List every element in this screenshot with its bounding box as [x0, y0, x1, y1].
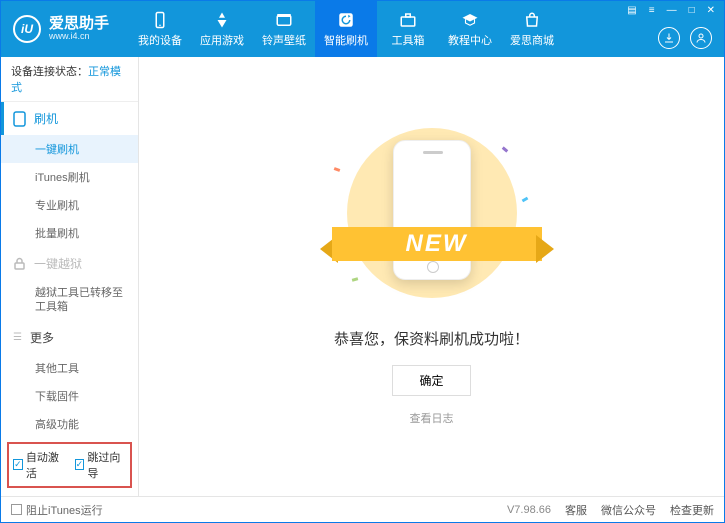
account-button[interactable] — [690, 27, 712, 49]
user-icon — [695, 32, 707, 44]
nav-label: 铃声壁纸 — [262, 32, 306, 48]
nav-my-devices[interactable]: 我的设备 — [129, 1, 191, 57]
phone-icon — [151, 11, 169, 29]
sidebar-item-advanced[interactable]: 高级功能 — [1, 410, 138, 438]
nav-smart-flash[interactable]: 智能刷机 — [315, 1, 377, 57]
checkbox-auto-activate[interactable]: ✓自动激活 — [13, 449, 65, 481]
check-update-link[interactable]: 检查更新 — [670, 502, 714, 518]
checkbox-label: 跳过向导 — [87, 449, 126, 481]
logo: iU 爱思助手 www.i4.cn — [1, 15, 121, 43]
sidebar-section-more[interactable]: ☰ 更多 — [1, 321, 138, 354]
sidebar-item-download-firmware[interactable]: 下载固件 — [1, 382, 138, 410]
apps-icon — [213, 11, 231, 29]
section-label: 更多 — [30, 329, 54, 346]
nav-toolbox[interactable]: 工具箱 — [377, 1, 439, 57]
sidebar-item-batch-flash[interactable]: 批量刷机 — [1, 219, 138, 247]
ok-button[interactable]: 确定 — [392, 365, 470, 396]
nav-label: 爱思商城 — [510, 32, 554, 48]
success-message: 恭喜您，保资料刷机成功啦！ — [334, 328, 529, 349]
nav-tutorials[interactable]: 教程中心 — [439, 1, 501, 57]
app-subtitle: www.i4.cn — [49, 32, 109, 42]
statusbar: 阻止iTunes运行 V7.98.66 客服 微信公众号 检查更新 — [1, 496, 724, 522]
download-icon — [663, 32, 675, 44]
toolbox-icon — [399, 11, 417, 29]
wallet-icon — [275, 11, 293, 29]
checkbox-label: 阻止iTunes运行 — [26, 502, 103, 518]
nav-label: 应用游戏 — [200, 32, 244, 48]
section-label: 刷机 — [34, 110, 58, 127]
wechat-link[interactable]: 微信公众号 — [601, 502, 656, 518]
logo-icon: iU — [13, 15, 41, 43]
checkbox-skip-guide[interactable]: ✓跳过向导 — [75, 449, 127, 481]
section-label: 一键越狱 — [34, 255, 82, 272]
nav-ringtones[interactable]: 铃声壁纸 — [253, 1, 315, 57]
connection-status: 设备连接状态：正常模式 — [1, 57, 138, 102]
conn-label: 设备连接状态： — [11, 66, 88, 78]
sidebar-item-oneclick-flash[interactable]: 一键刷机 — [1, 135, 138, 163]
main-nav: 我的设备 应用游戏 铃声壁纸 智能刷机 工具箱 教程中心 爱思商城 — [129, 1, 563, 57]
phone-flash-icon — [13, 111, 26, 127]
new-ribbon-icon: NEW — [322, 223, 552, 265]
checkbox-block-itunes[interactable]: 阻止iTunes运行 — [11, 502, 103, 518]
nav-label: 教程中心 — [448, 32, 492, 48]
flash-options: ✓自动激活 ✓跳过向导 — [7, 442, 132, 488]
sidebar-section-jailbreak[interactable]: 一键越狱 — [1, 247, 138, 280]
view-log-link[interactable]: 查看日志 — [410, 410, 454, 426]
sidebar-item-pro-flash[interactable]: 专业刷机 — [1, 191, 138, 219]
ribbon-text: NEW — [332, 227, 542, 261]
win-drawer[interactable]: ≡ — [646, 5, 658, 16]
nav-apps-games[interactable]: 应用游戏 — [191, 1, 253, 57]
minimize-button[interactable]: — — [664, 5, 680, 16]
download-button[interactable] — [658, 27, 680, 49]
menu-icon: ☰ — [13, 332, 22, 343]
titlebar: iU 爱思助手 www.i4.cn 我的设备 应用游戏 铃声壁纸 智能刷机 工具… — [1, 1, 724, 57]
maximize-button[interactable]: □ — [686, 5, 698, 16]
nav-label: 智能刷机 — [324, 32, 368, 48]
app-title: 爱思助手 — [49, 16, 109, 33]
nav-label: 工具箱 — [392, 32, 425, 48]
nav-store[interactable]: 爱思商城 — [501, 1, 563, 57]
win-menu[interactable]: ▤ — [624, 5, 639, 16]
lock-icon — [13, 257, 26, 270]
sidebar: 设备连接状态：正常模式 刷机 一键刷机 iTunes刷机 专业刷机 批量刷机 一… — [1, 57, 139, 496]
refresh-icon — [337, 11, 355, 29]
sidebar-item-itunes-flash[interactable]: iTunes刷机 — [1, 163, 138, 191]
version-label: V7.98.66 — [507, 504, 551, 516]
sidebar-item-jailbreak-note: 越狱工具已转移至工具箱 — [1, 280, 138, 321]
app-window: iU 爱思助手 www.i4.cn 我的设备 应用游戏 铃声壁纸 智能刷机 工具… — [0, 0, 725, 523]
success-illustration: NEW — [322, 128, 542, 308]
checkbox-label: 自动激活 — [26, 449, 65, 481]
window-controls: ▤ ≡ — □ ✕ — [624, 5, 718, 16]
grad-cap-icon — [461, 11, 479, 29]
customer-service-link[interactable]: 客服 — [565, 502, 587, 518]
sidebar-section-flash[interactable]: 刷机 — [1, 102, 138, 135]
nav-label: 我的设备 — [138, 32, 182, 48]
close-button[interactable]: ✕ — [704, 5, 718, 16]
main-content: NEW 恭喜您，保资料刷机成功啦！ 确定 查看日志 — [139, 57, 724, 496]
bag-icon — [523, 11, 541, 29]
sidebar-item-other-tools[interactable]: 其他工具 — [1, 354, 138, 382]
